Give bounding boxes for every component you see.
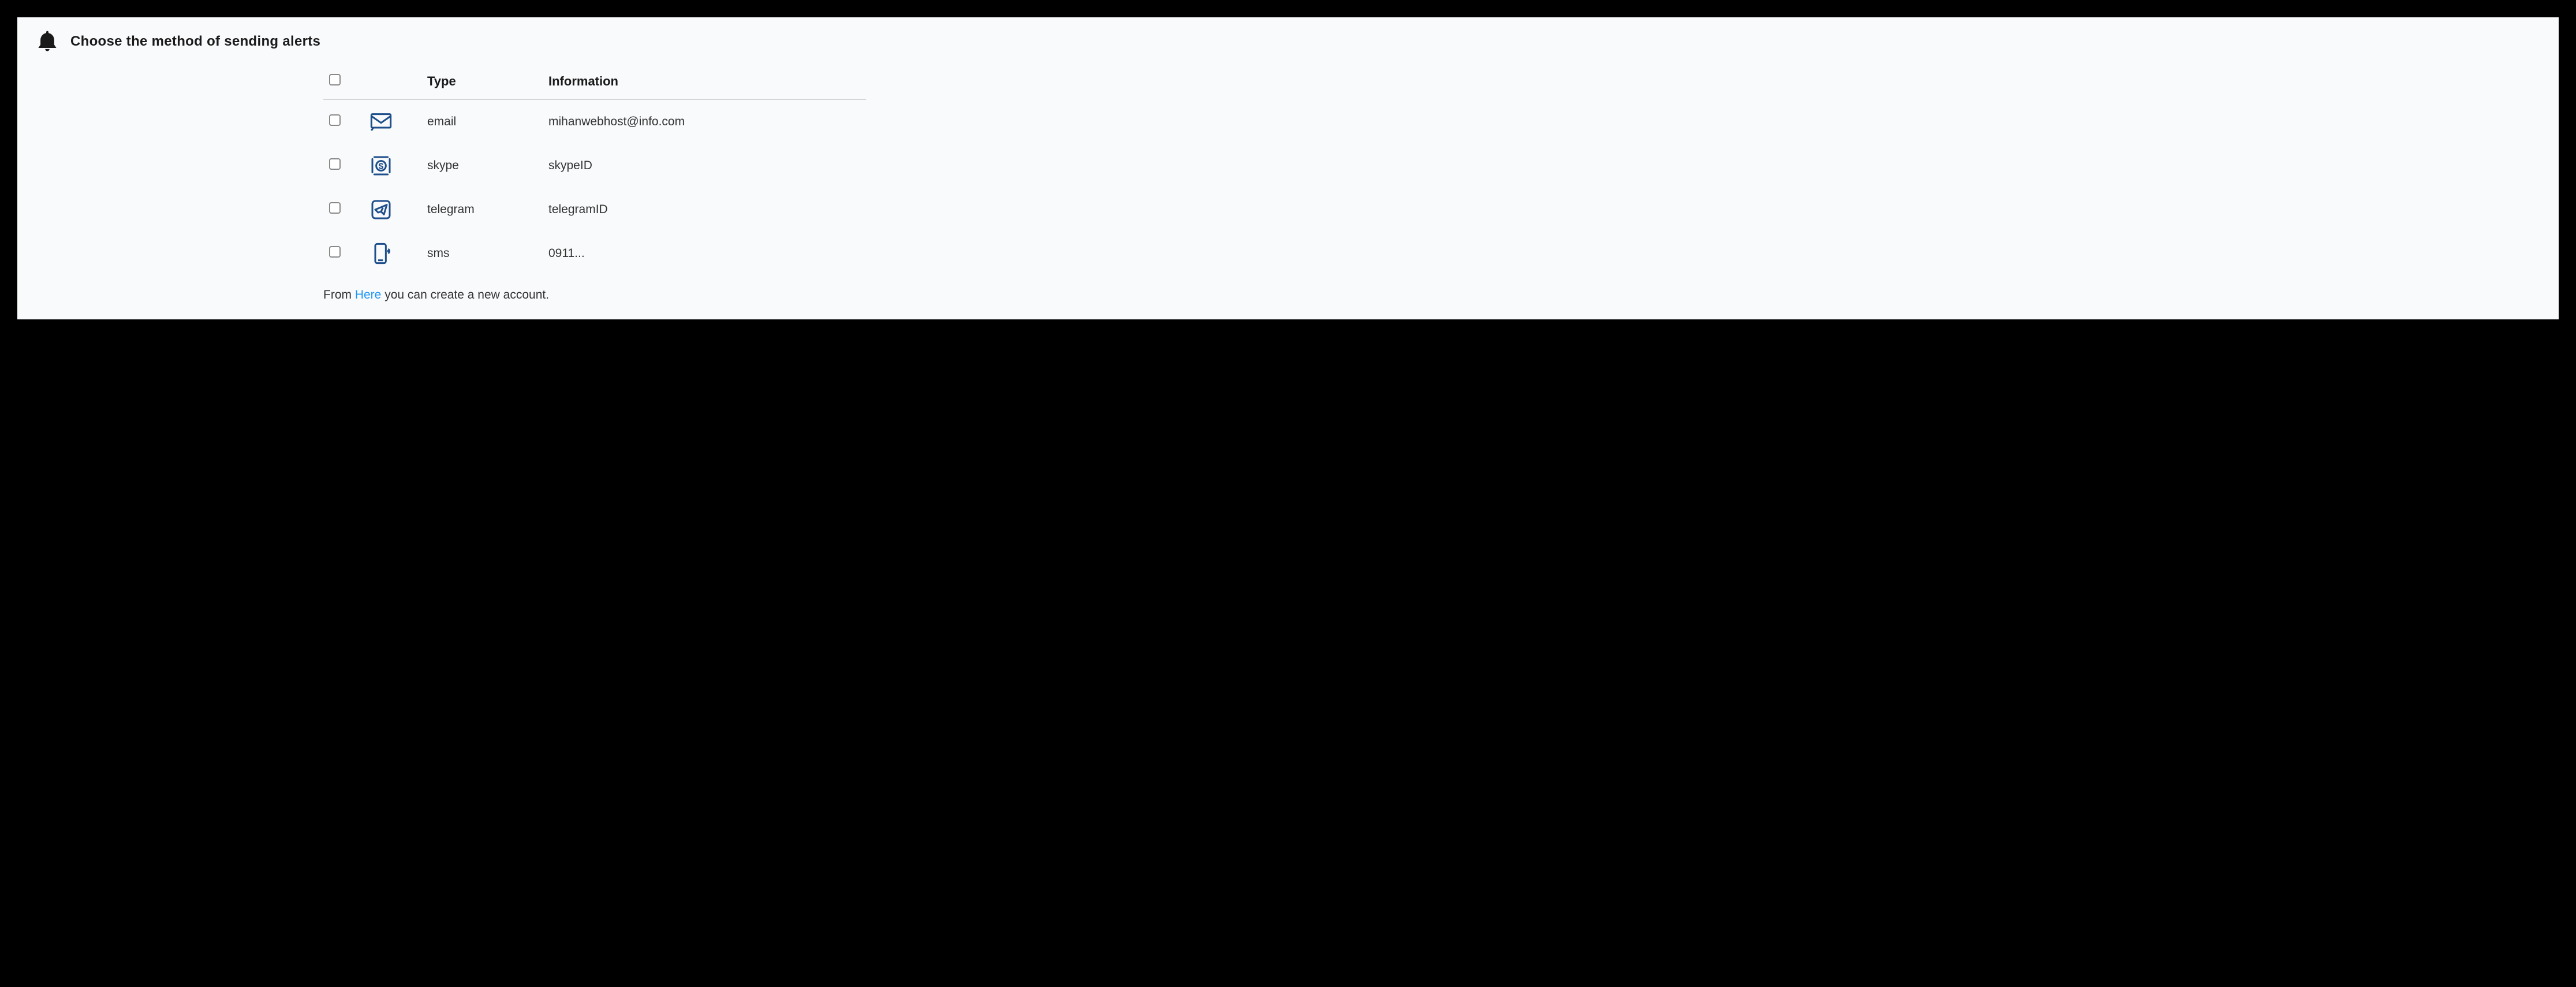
panel-title: Choose the method of sending alerts: [70, 33, 320, 50]
row-info: skypeID: [543, 144, 866, 188]
row-type: skype: [421, 144, 543, 188]
panel-header: Choose the method of sending alerts: [35, 29, 2541, 54]
row-info: telegramID: [543, 188, 866, 232]
alerts-panel: Choose the method of sending alerts Type…: [17, 17, 2559, 319]
row-info: 0911...: [543, 232, 866, 275]
skype-icon: [369, 154, 393, 177]
row-info: mihanwebhost@info.com: [543, 100, 866, 144]
footer-prefix: From: [323, 288, 355, 301]
row-checkbox-sms[interactable]: [329, 246, 341, 258]
table-row: skype skypeID: [323, 144, 866, 188]
alerts-table: Type Information ema: [323, 68, 866, 275]
row-type: sms: [421, 232, 543, 275]
bell-icon: [35, 29, 60, 54]
row-checkbox-skype[interactable]: [329, 158, 341, 170]
table-row: email mihanwebhost@info.com: [323, 100, 866, 144]
row-checkbox-email[interactable]: [329, 114, 341, 126]
table-row: sms 0911...: [323, 232, 866, 275]
alerts-table-wrap: Type Information ema: [323, 68, 866, 302]
footer-suffix: you can create a new account.: [381, 288, 549, 301]
column-header-type: Type: [421, 68, 543, 100]
table-row: telegram telegramID: [323, 188, 866, 232]
telegram-icon: [369, 198, 393, 221]
row-type: telegram: [421, 188, 543, 232]
create-account-link[interactable]: Here: [355, 288, 382, 301]
select-all-checkbox[interactable]: [329, 74, 341, 85]
email-icon: [369, 110, 393, 133]
footer-note: From Here you can create a new account.: [323, 288, 866, 302]
row-checkbox-telegram[interactable]: [329, 202, 341, 214]
row-type: email: [421, 100, 543, 144]
column-header-info: Information: [543, 68, 866, 100]
sms-icon: [369, 242, 393, 265]
